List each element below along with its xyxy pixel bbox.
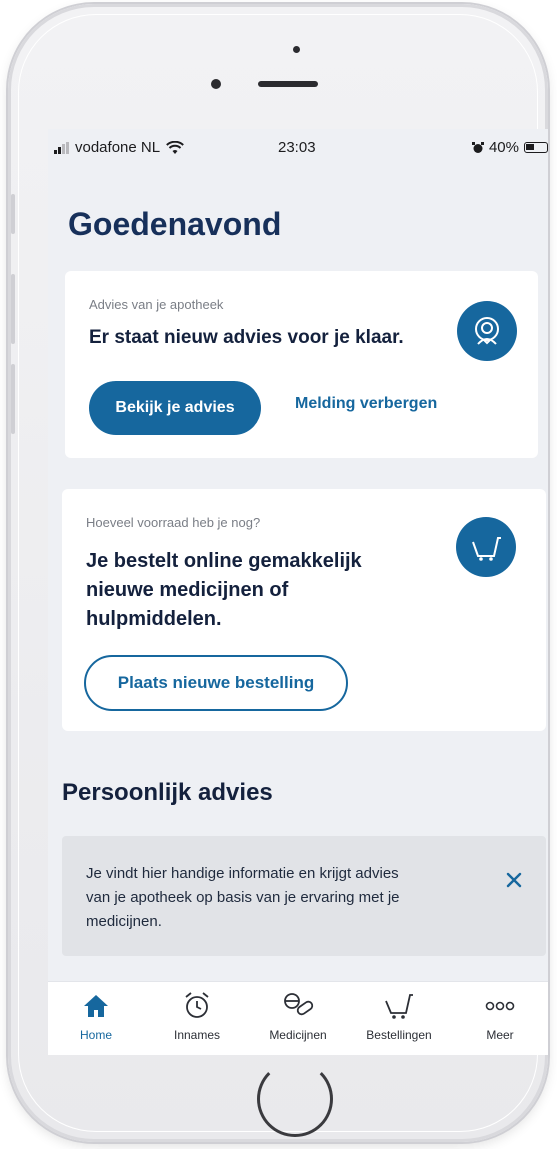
info-banner-line: van je apotheek op basis van je ervaring…: [86, 889, 400, 906]
volume-up-button: [11, 274, 15, 344]
info-banner-line: Je vindt hier handige informatie en krij…: [86, 865, 399, 882]
tab-label: Home: [79, 1028, 112, 1042]
alarm-icon: [471, 141, 484, 153]
cart-icon: [456, 517, 516, 577]
close-icon[interactable]: [504, 870, 524, 890]
info-banner-text: Je vindt hier handige informatie en krij…: [86, 862, 426, 934]
advice-card: Advies van je apotheek Er staat nieuw ad…: [65, 271, 538, 458]
cart-icon: [385, 994, 413, 1019]
tab-bestellingen[interactable]: Bestellingen: [351, 990, 447, 1052]
bottom-tab-bar: Home Innames Medicijnen Bestellingen Mee…: [48, 981, 548, 1055]
status-time: 23:03: [278, 139, 316, 156]
advice-card-title: Er staat nieuw advies voor je klaar.: [89, 327, 404, 348]
order-card-title: Je bestelt online gemakkelijk nieuwe med…: [86, 547, 362, 634]
app-screen: vodafone NL 23:03 40% Goedenavond Advies…: [48, 129, 548, 1055]
order-card-title-line: Je bestelt online gemakkelijk: [86, 550, 362, 572]
view-advice-button[interactable]: Bekijk je advies: [89, 381, 261, 435]
mute-switch: [11, 194, 15, 234]
carrier-name: vodafone NL: [75, 139, 161, 156]
wifi-icon: [166, 140, 184, 154]
page-title: Goedenavond: [68, 206, 282, 242]
more-icon: [485, 1001, 515, 1011]
order-card-label: Hoeveel voorraad heb je nog?: [86, 515, 261, 530]
earpiece-speaker: [258, 81, 318, 87]
order-card-title-line: hulpmiddelen.: [86, 608, 222, 630]
battery-percentage: 40%: [488, 139, 519, 156]
home-icon: [84, 995, 108, 1017]
tab-label: Innames: [173, 1028, 221, 1042]
tab-label: Meer: [486, 1028, 514, 1042]
info-banner-line: medicijnen.: [86, 913, 162, 930]
order-card-title-line: nieuwe medicijnen of: [86, 579, 289, 601]
info-banner: Je vindt hier handige informatie en krij…: [62, 836, 546, 956]
alarm-clock-icon: [185, 992, 209, 1018]
tab-home[interactable]: Home: [48, 990, 144, 1052]
phone-frame: vodafone NL 23:03 40% Goedenavond Advies…: [8, 4, 548, 1142]
tab-innames[interactable]: Innames: [149, 990, 245, 1052]
hide-notification-link[interactable]: Melding verbergen: [295, 395, 437, 413]
proximity-sensor: [293, 46, 300, 53]
advice-card-label: Advies van je apotheek: [89, 297, 224, 312]
signal-icon: [54, 141, 69, 154]
order-card: Hoeveel voorraad heb je nog? Je bestelt …: [62, 489, 546, 731]
status-bar: vodafone NL 23:03 40%: [48, 129, 548, 169]
home-button[interactable]: [257, 1061, 333, 1137]
tab-label: Bestellingen: [366, 1028, 432, 1042]
front-camera: [211, 79, 221, 89]
tab-meer[interactable]: Meer: [452, 990, 548, 1052]
tab-label: Medicijnen: [269, 1028, 327, 1042]
section-title-personal-advice: Persoonlijk advies: [62, 779, 273, 806]
volume-down-button: [11, 364, 15, 434]
pills-icon: [284, 993, 314, 1016]
pharmacist-icon: [457, 301, 517, 361]
place-new-order-button[interactable]: Plaats nieuwe bestelling: [84, 655, 348, 711]
battery-icon: [524, 142, 548, 153]
tab-medicijnen[interactable]: Medicijnen: [250, 990, 346, 1052]
